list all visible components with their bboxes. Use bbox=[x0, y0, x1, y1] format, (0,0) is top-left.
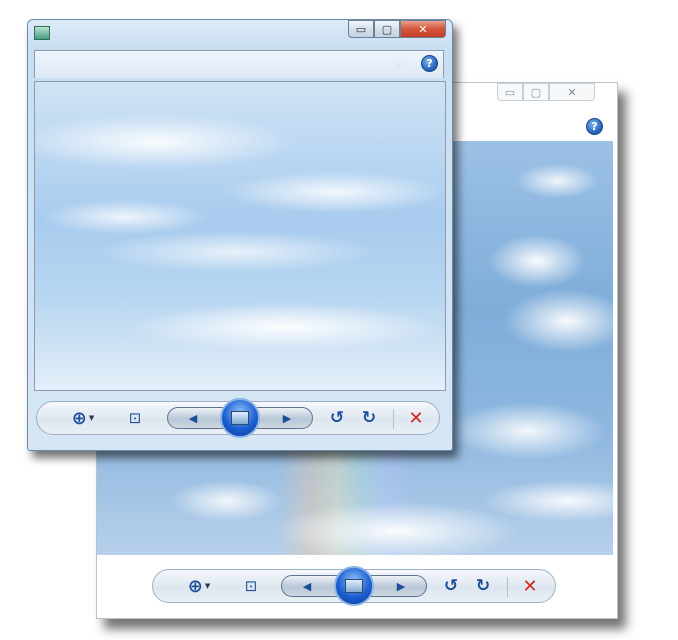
previous-icon: ◀ bbox=[188, 411, 198, 425]
photo-viewer-window-front: ▭ ▢ ✕ » ? ⊕ ▼ ⊡ ◀ ▶ ↺ ↻ ✕ bbox=[27, 19, 453, 451]
rotate-cw-icon: ↻ bbox=[475, 576, 491, 596]
rotate-cw-icon: ↻ bbox=[361, 408, 377, 428]
next-icon: ▶ bbox=[282, 411, 292, 425]
rotate-clockwise-button[interactable]: ↻ bbox=[471, 570, 495, 602]
previous-button[interactable]: ◀ bbox=[290, 576, 324, 596]
fit-window-icon: ⊡ bbox=[244, 577, 258, 595]
zoom-icon: ⊕ bbox=[187, 575, 203, 597]
next-icon: ▶ bbox=[396, 579, 406, 593]
slideshow-icon bbox=[345, 579, 363, 593]
delete-button[interactable]: ✕ bbox=[403, 402, 429, 434]
close-button[interactable]: ✕ bbox=[549, 83, 595, 101]
separator bbox=[393, 409, 394, 429]
chevron-down-icon: ▼ bbox=[88, 414, 95, 422]
previous-button[interactable]: ◀ bbox=[176, 408, 210, 428]
playback-controls: ⊕ ▼ ⊡ ◀ ▶ ↺ ↻ ✕ bbox=[152, 566, 556, 606]
next-button[interactable]: ▶ bbox=[384, 576, 418, 596]
chevron-down-icon: ▼ bbox=[204, 582, 211, 590]
minimize-button[interactable]: ▭ bbox=[497, 83, 523, 101]
slideshow-button[interactable] bbox=[220, 398, 260, 438]
caption-buttons: ▭ ▢ ✕ bbox=[348, 20, 446, 38]
fit-window-icon: ⊡ bbox=[128, 409, 142, 427]
playback-controls: ⊕ ▼ ⊡ ◀ ▶ ↺ ↻ ✕ bbox=[36, 398, 440, 438]
photo-display bbox=[34, 81, 446, 391]
rotate-counterclockwise-button[interactable]: ↺ bbox=[325, 402, 349, 434]
previous-icon: ◀ bbox=[302, 579, 312, 593]
delete-button[interactable]: ✕ bbox=[517, 570, 543, 602]
maximize-button[interactable]: ▢ bbox=[523, 83, 549, 101]
command-bar: » bbox=[34, 50, 444, 78]
delete-icon: ✕ bbox=[408, 407, 424, 429]
rotate-ccw-icon: ↺ bbox=[443, 576, 459, 596]
rotate-counterclockwise-button[interactable]: ↺ bbox=[439, 570, 463, 602]
rotate-clockwise-button[interactable]: ↻ bbox=[357, 402, 381, 434]
minimize-button[interactable]: ▭ bbox=[348, 20, 374, 38]
slideshow-icon bbox=[231, 411, 249, 425]
close-button[interactable]: ✕ bbox=[400, 20, 446, 38]
caption-buttons: ▭ ▢ ✕ bbox=[497, 83, 595, 101]
zoom-icon: ⊕ bbox=[71, 407, 87, 429]
help-icon[interactable]: ? bbox=[421, 55, 438, 72]
actual-size-button[interactable]: ⊡ bbox=[121, 402, 149, 434]
more-commands-icon[interactable]: » bbox=[396, 58, 403, 72]
photo-viewer-app-icon[interactable] bbox=[34, 26, 50, 40]
actual-size-button[interactable]: ⊡ bbox=[237, 570, 265, 602]
zoom-button[interactable]: ⊕ ▼ bbox=[179, 570, 219, 602]
delete-icon: ✕ bbox=[522, 575, 538, 597]
help-icon[interactable]: ? bbox=[586, 118, 603, 135]
separator bbox=[507, 577, 508, 597]
zoom-button[interactable]: ⊕ ▼ bbox=[63, 402, 103, 434]
next-button[interactable]: ▶ bbox=[270, 408, 304, 428]
rotate-ccw-icon: ↺ bbox=[329, 408, 345, 428]
slideshow-button[interactable] bbox=[334, 566, 374, 606]
maximize-button[interactable]: ▢ bbox=[374, 20, 400, 38]
